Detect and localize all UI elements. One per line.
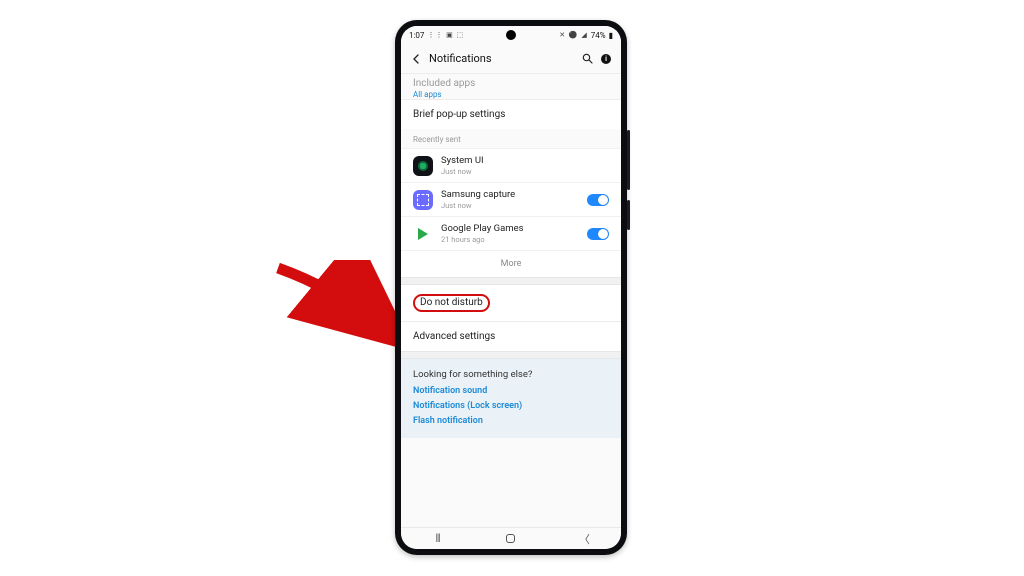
footer-title: Looking for something else? bbox=[413, 369, 609, 380]
app-name: Samsung capture bbox=[441, 189, 587, 200]
app-row-samsung-capture[interactable]: Samsung capture Just now bbox=[401, 182, 621, 216]
status-time: 1:07 bbox=[409, 31, 424, 40]
nav-recents[interactable]: ||| bbox=[418, 533, 458, 544]
app-name: System UI bbox=[441, 155, 609, 166]
search-icon[interactable] bbox=[582, 53, 593, 64]
section-divider bbox=[401, 277, 621, 285]
settings-content[interactable]: Included apps All apps Brief pop-up sett… bbox=[401, 74, 621, 527]
samsung-capture-icon bbox=[413, 190, 433, 210]
page-title: Notifications bbox=[429, 52, 582, 65]
brief-popup-row[interactable]: Brief pop-up settings bbox=[401, 99, 621, 129]
app-sub: Just now bbox=[441, 167, 609, 176]
system-ui-icon bbox=[413, 156, 433, 176]
included-apps-sub: All apps bbox=[413, 90, 609, 99]
included-apps-row[interactable]: Included apps All apps bbox=[401, 74, 621, 99]
info-icon[interactable]: i bbox=[601, 54, 611, 64]
back-icon[interactable] bbox=[411, 54, 425, 64]
nav-back[interactable]: 〈 bbox=[564, 531, 604, 547]
link-flash-notification[interactable]: Flash notification bbox=[413, 416, 609, 426]
do-not-disturb-row[interactable]: Do not disturb bbox=[401, 285, 621, 321]
app-header: Notifications i bbox=[401, 44, 621, 74]
battery-icon: ▮ bbox=[609, 31, 613, 40]
status-right-icons: ✕ ⚫ ◢ bbox=[559, 31, 587, 39]
volume-button bbox=[627, 130, 630, 190]
more-button[interactable]: More bbox=[401, 250, 621, 277]
app-name: Google Play Games bbox=[441, 223, 587, 234]
toggle-samsung-capture[interactable] bbox=[587, 194, 609, 206]
link-notifications-lock-screen[interactable]: Notifications (Lock screen) bbox=[413, 401, 609, 411]
dnd-highlight: Do not disturb bbox=[413, 294, 490, 312]
footer-block: Looking for something else? Notification… bbox=[401, 359, 621, 438]
advanced-settings-row[interactable]: Advanced settings bbox=[401, 321, 621, 351]
recently-sent-label: Recently sent bbox=[401, 129, 621, 148]
toggle-google-play-games[interactable] bbox=[587, 228, 609, 240]
status-battery: 74% bbox=[591, 31, 606, 40]
google-play-games-icon bbox=[413, 224, 433, 244]
status-left-icons: ⋮⋮ ▣ ⬚ bbox=[427, 31, 464, 39]
section-divider bbox=[401, 351, 621, 359]
nav-home[interactable] bbox=[491, 534, 531, 543]
app-row-system-ui[interactable]: System UI Just now bbox=[401, 148, 621, 182]
app-sub: Just now bbox=[441, 201, 587, 210]
app-sub: 21 hours ago bbox=[441, 235, 587, 244]
camera-notch bbox=[506, 30, 516, 40]
phone-frame: 1:07 ⋮⋮ ▣ ⬚ ✕ ⚫ ◢ 74% ▮ Notifications bbox=[395, 20, 627, 555]
link-notification-sound[interactable]: Notification sound bbox=[413, 386, 609, 396]
app-row-google-play-games[interactable]: Google Play Games 21 hours ago bbox=[401, 216, 621, 250]
android-nav-bar: ||| 〈 bbox=[401, 527, 621, 549]
included-apps-label: Included apps bbox=[413, 78, 609, 89]
power-button bbox=[627, 200, 630, 230]
annotation-arrow bbox=[270, 260, 410, 350]
